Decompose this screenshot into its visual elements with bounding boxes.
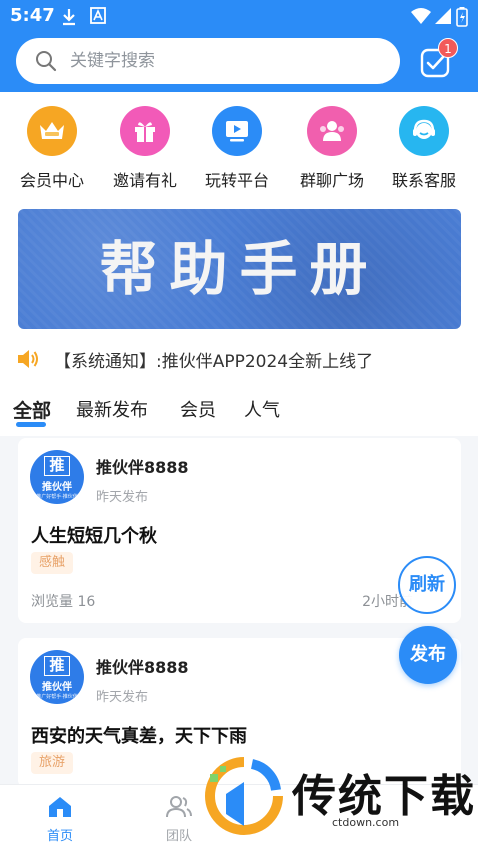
watermark-url: ctdown.com bbox=[332, 816, 400, 829]
status-time: 5:47 bbox=[10, 5, 55, 26]
wifi-icon bbox=[411, 8, 431, 24]
search-input[interactable] bbox=[70, 51, 370, 71]
avatar[interactable]: 推 推伙伴 推广好帮手·推伙伴 bbox=[30, 650, 84, 704]
post-author[interactable]: 推伙伴8888 bbox=[96, 454, 189, 478]
entry-label: 会员中心 bbox=[19, 171, 84, 190]
tab-popular[interactable]: 人气 bbox=[244, 396, 280, 422]
crown-icon bbox=[27, 106, 77, 156]
play-screen-icon bbox=[212, 106, 262, 156]
avatar-logo-char: 推 bbox=[44, 456, 70, 476]
entry-member-center[interactable]: 会员中心 bbox=[7, 106, 97, 191]
post-tag[interactable]: 感触 bbox=[31, 552, 74, 574]
nav-team[interactable]: 团队 bbox=[149, 795, 209, 844]
system-notice[interactable]: 【系统通知】:推伙伴APP2024全新上线了 bbox=[16, 344, 373, 374]
message-badge: 1 bbox=[438, 38, 458, 58]
notice-text: 【系统通知】:推伙伴APP2024全新上线了 bbox=[54, 351, 374, 372]
avatar-logo-text: 推伙伴 bbox=[42, 482, 72, 493]
avatar-logo-slogan: 推广好帮手·推伙伴 bbox=[36, 494, 78, 500]
signal-icon bbox=[435, 8, 451, 24]
nav-home[interactable]: 首页 bbox=[30, 795, 90, 844]
nav-label: 首页 bbox=[46, 829, 73, 844]
avatar[interactable]: 推 推伙伴 推广好帮手·推伙伴 bbox=[30, 450, 84, 504]
entry-label: 联系客服 bbox=[391, 171, 456, 190]
post-title: 人生短短几个秋 bbox=[31, 526, 157, 547]
status-bar: 5:47 bbox=[0, 0, 478, 34]
watermark-text: 传统下载 bbox=[292, 771, 476, 822]
entry-label: 邀请有礼 bbox=[112, 171, 177, 190]
refresh-button[interactable]: 刷新 bbox=[398, 556, 456, 614]
entry-label: 玩转平台 bbox=[204, 171, 269, 190]
search-bar[interactable] bbox=[16, 38, 400, 84]
help-manual-banner[interactable]: 帮助手册 bbox=[18, 209, 461, 329]
post-time: 昨天发布 bbox=[96, 490, 149, 505]
tab-all[interactable]: 全部 bbox=[13, 396, 51, 423]
feed-tabs: 全部 最新发布 会员 人气 bbox=[0, 392, 478, 432]
avatar-logo-char: 推 bbox=[44, 656, 70, 676]
quick-entries: 会员中心 邀请有礼 玩转平台 群聊广场 联系客服 bbox=[0, 92, 478, 204]
post-tag[interactable]: 旅游 bbox=[31, 752, 74, 774]
watermark: 传统下载 ctdown.com bbox=[204, 750, 474, 850]
tab-latest[interactable]: 最新发布 bbox=[76, 396, 148, 422]
download-icon bbox=[63, 9, 75, 26]
watermark-logo-icon bbox=[205, 757, 283, 835]
post-time: 昨天发布 bbox=[96, 690, 149, 705]
app-header: 5:47 1 bbox=[0, 0, 478, 92]
speaker-icon bbox=[18, 350, 38, 368]
app-a-icon bbox=[90, 7, 106, 24]
gift-icon bbox=[120, 106, 170, 156]
nav-label: 团队 bbox=[165, 829, 192, 844]
active-tab-indicator bbox=[16, 422, 46, 427]
banner-title: 帮助手册 bbox=[99, 235, 380, 303]
post-author[interactable]: 推伙伴8888 bbox=[96, 654, 189, 678]
entry-invite-gift[interactable]: 邀请有礼 bbox=[100, 106, 190, 191]
search-icon bbox=[36, 51, 57, 72]
avatar-logo-text: 推伙伴 bbox=[42, 682, 72, 693]
home-icon bbox=[49, 797, 71, 817]
customer-service-icon bbox=[399, 106, 449, 156]
entry-label: 群聊广场 bbox=[299, 171, 364, 190]
post-views: 浏览量 16 bbox=[31, 594, 96, 610]
avatar-logo-slogan: 推广好帮手·推伙伴 bbox=[36, 694, 78, 700]
group-chat-icon bbox=[307, 106, 357, 156]
post-card[interactable]: 推 推伙伴 推广好帮手·推伙伴 推伙伴8888 昨天发布 人生短短几个秋 感触 … bbox=[18, 438, 461, 623]
publish-button[interactable]: 发布 bbox=[399, 626, 457, 684]
entry-group-chat[interactable]: 群聊广场 bbox=[287, 106, 377, 191]
post-title: 西安的天气真差，天下下雨 bbox=[31, 726, 247, 747]
team-icon bbox=[166, 796, 192, 818]
tab-member[interactable]: 会员 bbox=[180, 396, 216, 422]
battery-icon bbox=[456, 7, 468, 27]
entry-customer-service[interactable]: 联系客服 bbox=[379, 106, 469, 191]
entry-platform-guide[interactable]: 玩转平台 bbox=[192, 106, 282, 191]
